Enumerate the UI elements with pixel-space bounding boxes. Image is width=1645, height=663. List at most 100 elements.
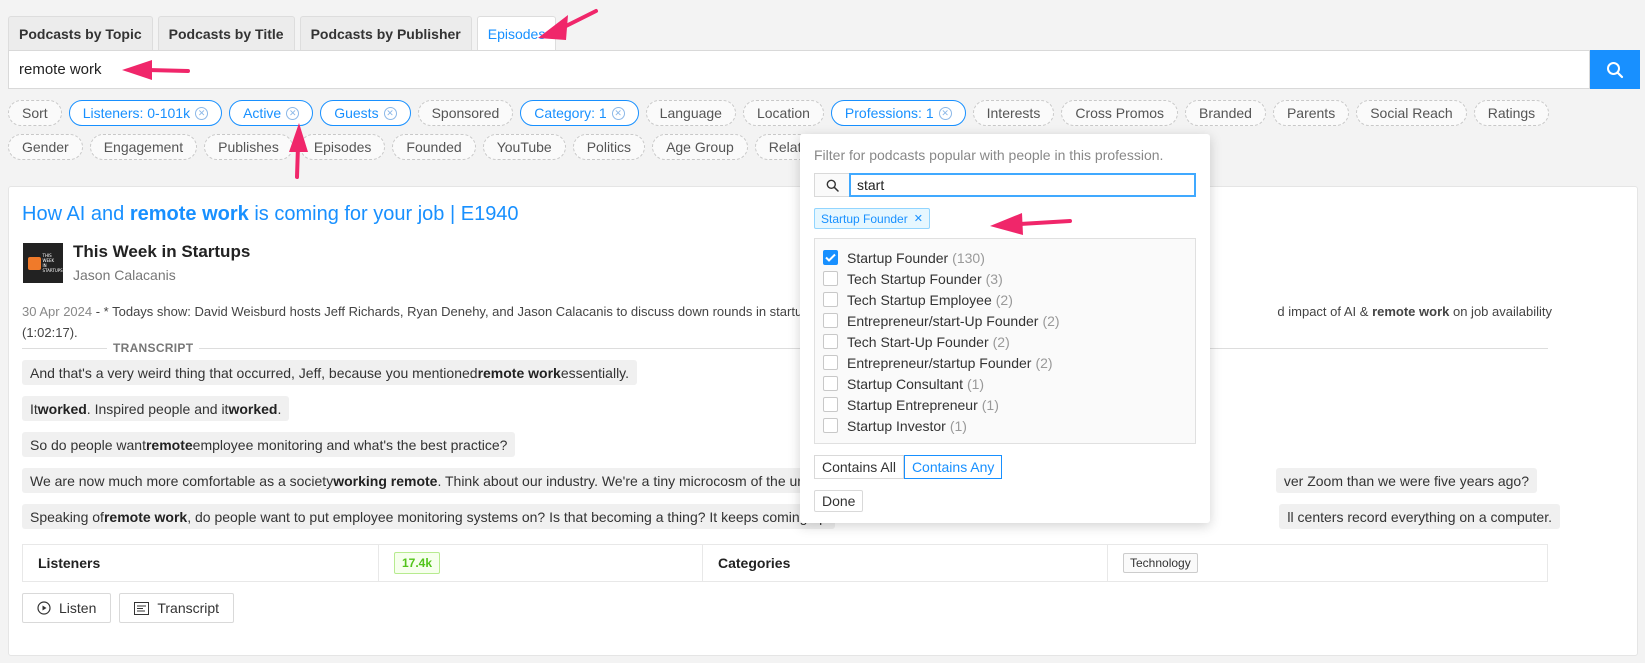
profession-option-label: Tech Startup Founder bbox=[847, 270, 982, 287]
categories-label: Categories bbox=[718, 555, 791, 571]
profession-option[interactable]: Tech Startup Founder (3) bbox=[815, 268, 1195, 289]
tab-podcasts-by-title[interactable]: Podcasts by Title bbox=[157, 16, 295, 50]
filter-chip-sponsored[interactable]: Sponsored bbox=[417, 100, 514, 126]
listen-button[interactable]: Listen bbox=[22, 593, 112, 623]
transcript-snippet[interactable]: It worked. Inspired people and it worked… bbox=[22, 396, 290, 421]
checkbox-icon[interactable] bbox=[823, 397, 838, 412]
tab-podcasts-by-publisher[interactable]: Podcasts by Publisher bbox=[299, 16, 472, 50]
profession-option-label: Startup Founder bbox=[847, 249, 949, 266]
profession-option[interactable]: Tech Startup Employee (2) bbox=[815, 289, 1195, 310]
filter-chip-active[interactable]: Active ✕ bbox=[229, 100, 314, 126]
contains-any-button[interactable]: Contains Any bbox=[903, 455, 1003, 479]
search-mode-tabs: Podcasts by Topic Podcasts by Title Podc… bbox=[8, 16, 557, 50]
clear-filter-icon[interactable]: ✕ bbox=[938, 106, 952, 120]
profession-option-label: Tech Startup Employee bbox=[847, 291, 992, 308]
filter-chip-label: Language bbox=[659, 105, 722, 121]
clear-filter-icon[interactable]: ✕ bbox=[286, 106, 300, 120]
transcript-snippet[interactable]: Speaking of remote work, do people want … bbox=[22, 504, 835, 529]
filter-chip-label: Age Group bbox=[666, 139, 734, 155]
transcript-snippet-tail: ll centers record everything on a comput… bbox=[1279, 504, 1560, 529]
profession-search-input[interactable] bbox=[849, 173, 1196, 197]
profession-option[interactable]: Startup Entrepreneur (1) bbox=[815, 394, 1195, 415]
filter-chip-label: Publishes bbox=[218, 139, 279, 155]
profession-option-label: Entrepreneur/start-Up Founder bbox=[847, 312, 1039, 329]
episode-title[interactable]: How AI and remote work is coming for you… bbox=[22, 203, 519, 226]
podcast-host: Jason Calacanis bbox=[73, 267, 176, 283]
checkbox-icon[interactable] bbox=[823, 355, 838, 370]
filter-chip-parents[interactable]: Parents bbox=[1272, 100, 1350, 126]
checkbox-icon[interactable] bbox=[823, 313, 838, 328]
filter-chip-publishes[interactable]: Publishes bbox=[204, 134, 293, 160]
filter-chip-interests[interactable]: Interests bbox=[972, 100, 1055, 126]
filter-chip-label: Engagement bbox=[103, 139, 184, 155]
remove-tag-icon[interactable]: ✕ bbox=[914, 212, 923, 225]
transcript-snippet[interactable]: And that's a very weird thing that occur… bbox=[22, 360, 638, 385]
filter-chip-language[interactable]: Language bbox=[645, 100, 736, 126]
checkbox-icon[interactable] bbox=[823, 271, 838, 286]
filter-chip-listeners-0-101k[interactable]: Listeners: 0-101k ✕ bbox=[68, 100, 223, 126]
search-icon bbox=[1607, 61, 1624, 78]
contains-all-button[interactable]: Contains All bbox=[814, 455, 904, 479]
clear-filter-icon[interactable]: ✕ bbox=[611, 106, 625, 120]
search-input[interactable] bbox=[8, 50, 1590, 89]
checkbox-icon[interactable] bbox=[823, 334, 838, 349]
profession-option[interactable]: Startup Founder (130) bbox=[815, 247, 1195, 268]
filter-chip-label: Branded bbox=[1199, 105, 1252, 121]
filter-chip-label: Sponsored bbox=[431, 105, 500, 121]
filter-chip-social-reach[interactable]: Social Reach bbox=[1356, 100, 1467, 126]
clear-filter-icon[interactable]: ✕ bbox=[383, 106, 397, 120]
tab-episodes[interactable]: Episodes bbox=[476, 16, 557, 50]
transcript-button[interactable]: Transcript bbox=[119, 593, 235, 623]
checkbox-icon[interactable] bbox=[823, 418, 838, 433]
done-button[interactable]: Done bbox=[814, 490, 864, 512]
filter-chip-label: Sort bbox=[22, 105, 48, 121]
profession-option-label: Tech Start-Up Founder bbox=[847, 333, 989, 350]
profession-search bbox=[814, 173, 1196, 197]
filter-chip-category-1[interactable]: Category: 1 ✕ bbox=[520, 100, 639, 126]
filter-chip-label: Gender bbox=[22, 139, 69, 155]
clear-filter-icon[interactable]: ✕ bbox=[195, 106, 209, 120]
podcast-logo[interactable]: THIS WEEK IN STARTUPS bbox=[23, 243, 63, 283]
checkbox-icon[interactable] bbox=[823, 376, 838, 391]
filter-chip-location[interactable]: Location bbox=[742, 100, 824, 126]
filter-chip-ratings[interactable]: Ratings bbox=[1473, 100, 1550, 126]
filter-chip-sort[interactable]: Sort bbox=[8, 100, 62, 126]
filter-chip-label: Category: 1 bbox=[534, 105, 607, 121]
search-button[interactable] bbox=[1590, 50, 1640, 89]
profession-option-label: Startup Consultant bbox=[847, 375, 963, 392]
filter-chip-youtube[interactable]: YouTube bbox=[482, 134, 566, 160]
filter-chip-cross-promos[interactable]: Cross Promos bbox=[1061, 100, 1179, 126]
transcript-snippet[interactable]: So do people want remote employee monito… bbox=[22, 432, 516, 457]
filter-chip-engagement[interactable]: Engagement bbox=[89, 134, 198, 160]
logo-text: THIS WEEK IN STARTUPS bbox=[42, 253, 63, 273]
filter-chip-episodes[interactable]: Episodes bbox=[299, 134, 386, 160]
profession-option[interactable]: Startup Consultant (1) bbox=[815, 373, 1195, 394]
filter-chip-founded[interactable]: Founded bbox=[392, 134, 476, 160]
transcript-snippet[interactable]: We are now much more comfortable as a so… bbox=[22, 468, 843, 493]
filter-chip-branded[interactable]: Branded bbox=[1185, 100, 1266, 126]
profession-option-label: Startup Investor bbox=[847, 417, 946, 434]
profession-option-count: (130) bbox=[952, 249, 985, 266]
filter-chip-label: Interests bbox=[986, 105, 1041, 121]
checkbox-checked-icon[interactable] bbox=[823, 250, 838, 265]
profession-option-count: (1) bbox=[949, 417, 967, 434]
filter-chip-politics[interactable]: Politics bbox=[572, 134, 646, 160]
transcript-divider: TRANSCRIPT bbox=[22, 340, 1548, 356]
category-tag[interactable]: Technology bbox=[1123, 553, 1198, 573]
filter-chip-professions-1[interactable]: Professions: 1 ✕ bbox=[830, 100, 966, 126]
filter-chip-guests[interactable]: Guests ✕ bbox=[320, 100, 411, 126]
profession-option[interactable]: Entrepreneur/startup Founder (2) bbox=[815, 352, 1195, 373]
filter-chip-label: Location bbox=[756, 105, 810, 121]
profession-option-count: (2) bbox=[1042, 312, 1060, 329]
page: Podcasts by Topic Podcasts by Title Podc… bbox=[0, 0, 1645, 663]
episode-date: 30 Apr 2024 bbox=[22, 304, 93, 319]
checkbox-icon[interactable] bbox=[823, 292, 838, 307]
filter-chip-gender[interactable]: Gender bbox=[8, 134, 83, 160]
search-icon bbox=[826, 179, 839, 192]
profession-option[interactable]: Startup Investor (1) bbox=[815, 415, 1195, 436]
tab-podcasts-by-topic[interactable]: Podcasts by Topic bbox=[8, 16, 153, 50]
profession-option[interactable]: Entrepreneur/start-Up Founder (2) bbox=[815, 310, 1195, 331]
profession-option[interactable]: Tech Start-Up Founder (2) bbox=[815, 331, 1195, 352]
filter-chip-age-group[interactable]: Age Group bbox=[652, 134, 748, 160]
podcast-name[interactable]: This Week in Startups bbox=[73, 242, 250, 262]
